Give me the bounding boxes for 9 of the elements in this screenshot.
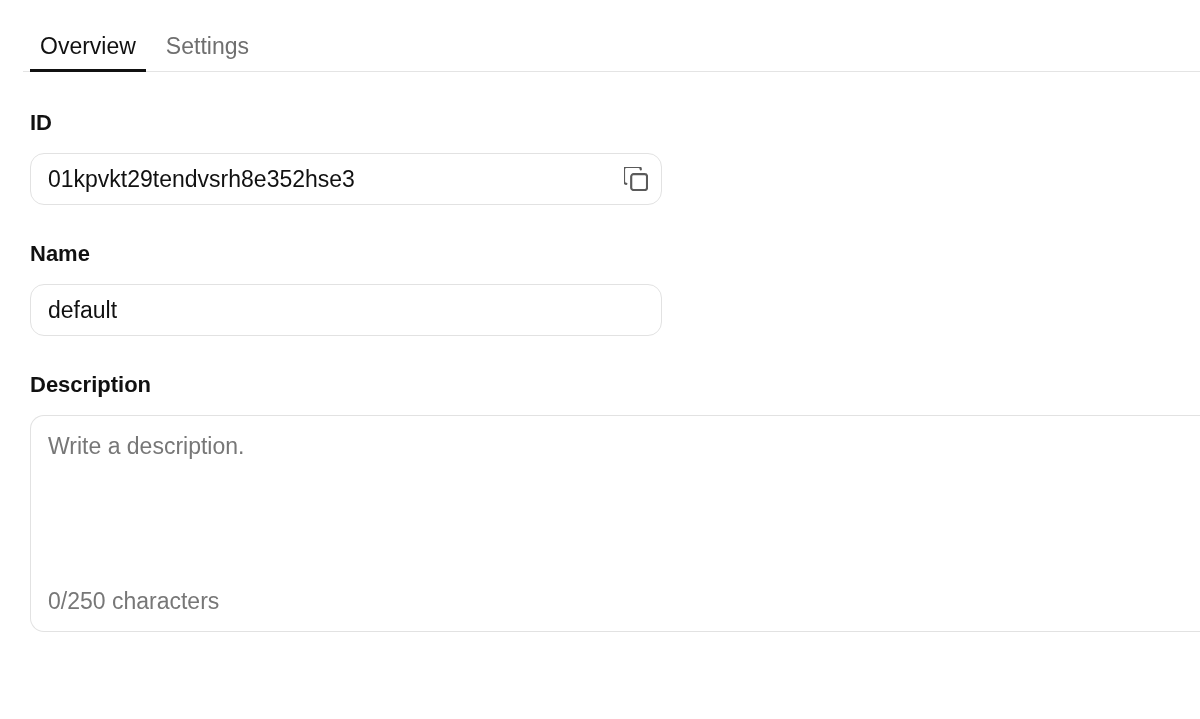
field-label: Description: [30, 371, 152, 399]
id-field[interactable]: 01kpvkt29tendvsrh8e352hse3: [30, 153, 662, 205]
character-count: 0/250 characters: [48, 587, 220, 615]
field-label: ID: [30, 109, 52, 137]
tab[interactable]: Overview: [30, 32, 146, 72]
tab[interactable]: Settings: [155, 32, 259, 72]
name-field[interactable]: default: [30, 284, 662, 336]
field-label: Name: [30, 240, 90, 268]
copy-icon[interactable]: [624, 167, 648, 191]
